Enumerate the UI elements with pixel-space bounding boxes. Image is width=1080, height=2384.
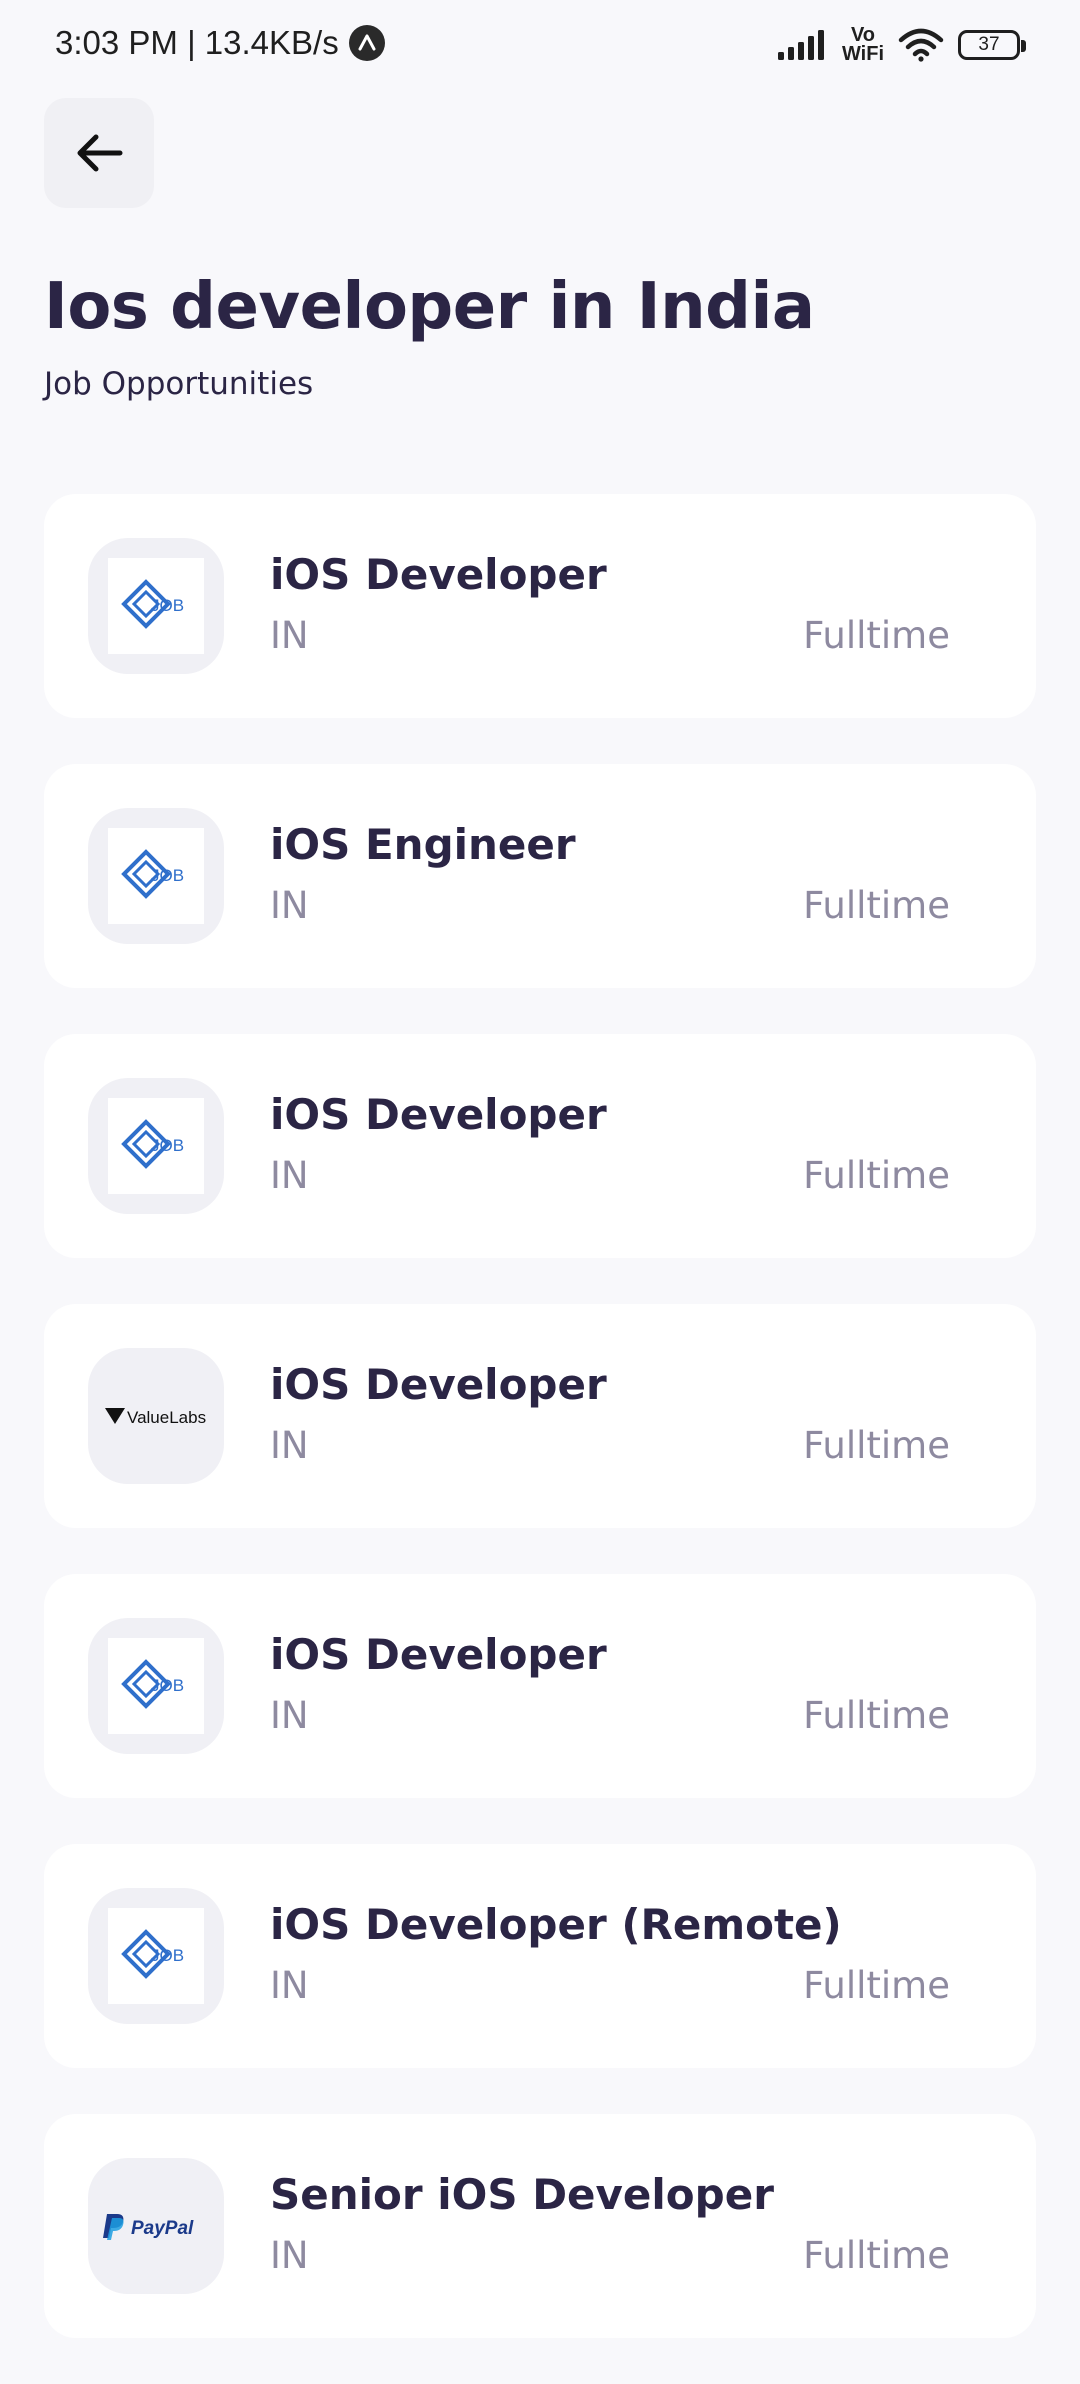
job-type: Fulltime (803, 1424, 950, 1467)
status-right: Vo WiFi 37 (777, 25, 1026, 65)
job-title: iOS Developer (270, 1090, 607, 1139)
svg-text:JOB: JOB (151, 596, 184, 615)
job-title: Senior iOS Developer (270, 2170, 774, 2219)
svg-text:JOB: JOB (151, 1946, 184, 1965)
battery-level: 37 (978, 34, 1000, 55)
job-location: IN (270, 614, 309, 657)
company-logo: JOB (88, 808, 224, 944)
back-button[interactable] (44, 98, 154, 208)
job-title: iOS Developer (270, 1630, 607, 1679)
svg-text:JOB: JOB (151, 1136, 184, 1155)
job-list: JOB iOS Developer IN Fulltime JOB iOS En… (44, 494, 1036, 2384)
wifi-icon (898, 28, 944, 62)
battery-indicator: 37 (958, 30, 1026, 60)
job-type: Fulltime (803, 2234, 950, 2277)
job-card[interactable]: PayPal Senior iOS Developer IN Fulltime (44, 2114, 1036, 2338)
company-logo: JOB (88, 538, 224, 674)
company-logo: JOB (88, 1888, 224, 2024)
job-location: IN (270, 1424, 309, 1467)
job-type: Fulltime (803, 614, 950, 657)
job-card[interactable]: JOB iOS Engineer IN Fulltime (44, 764, 1036, 988)
status-time-speed: 3:03 PM | 13.4KB/s (55, 24, 339, 61)
job-logo-icon: JOB (121, 1119, 184, 1169)
vowifi-line2: WiFi (841, 43, 884, 65)
job-location: IN (270, 1694, 309, 1737)
job-type: Fulltime (803, 1964, 950, 2007)
job-title: iOS Engineer (270, 820, 576, 869)
vowifi-indicator: Vo WiFi (841, 25, 884, 65)
job-type: Fulltime (803, 884, 950, 927)
job-title: iOS Developer (Remote) (270, 1900, 842, 1949)
svg-text:ValueLabs: ValueLabs (127, 1408, 206, 1427)
job-location: IN (270, 2234, 309, 2277)
job-card[interactable]: ValueLabs iOS Developer IN Fulltime (44, 1304, 1036, 1528)
page-title: Ios developer in India (44, 270, 815, 344)
job-card[interactable]: JOB iOS Developer IN Fulltime (44, 1034, 1036, 1258)
svg-text:JOB: JOB (151, 1676, 184, 1695)
job-card[interactable]: JOB iOS Developer IN Fulltime (44, 1574, 1036, 1798)
status-bar: 3:03 PM | 13.4KB/s Vo WiFi 37 (0, 0, 1080, 96)
company-logo: PayPal (88, 2158, 224, 2294)
svg-text:PayPal: PayPal (131, 2218, 194, 2239)
job-card[interactable]: JOB iOS Developer (Remote) IN Fulltime (44, 1844, 1036, 2068)
company-logo: JOB (88, 1078, 224, 1214)
job-type: Fulltime (803, 1154, 950, 1197)
company-logo: JOB (88, 1618, 224, 1754)
job-logo-icon: JOB (121, 1929, 184, 1979)
job-location: IN (270, 884, 309, 927)
paypal-logo: PayPal (103, 2214, 194, 2240)
page-subtitle: Job Opportunities (44, 366, 314, 402)
job-title: iOS Developer (270, 1360, 607, 1409)
valuelabs-logo: ValueLabs (105, 1408, 206, 1427)
job-card[interactable]: JOB iOS Developer IN Fulltime (44, 494, 1036, 718)
status-left: 3:03 PM | 13.4KB/s (55, 24, 385, 62)
job-title: iOS Developer (270, 550, 607, 599)
signal-icon (777, 30, 824, 60)
company-logo: ValueLabs (88, 1348, 224, 1484)
job-type: Fulltime (803, 1694, 950, 1737)
job-logo-icon: JOB (121, 1659, 184, 1709)
job-logo-icon: JOB (121, 849, 184, 899)
job-location: IN (270, 1154, 309, 1197)
arrow-left-icon (77, 134, 123, 172)
job-logo-icon: JOB (121, 579, 184, 629)
svg-text:JOB: JOB (151, 866, 184, 885)
app-notification-icon (348, 25, 385, 61)
job-location: IN (270, 1964, 309, 2007)
